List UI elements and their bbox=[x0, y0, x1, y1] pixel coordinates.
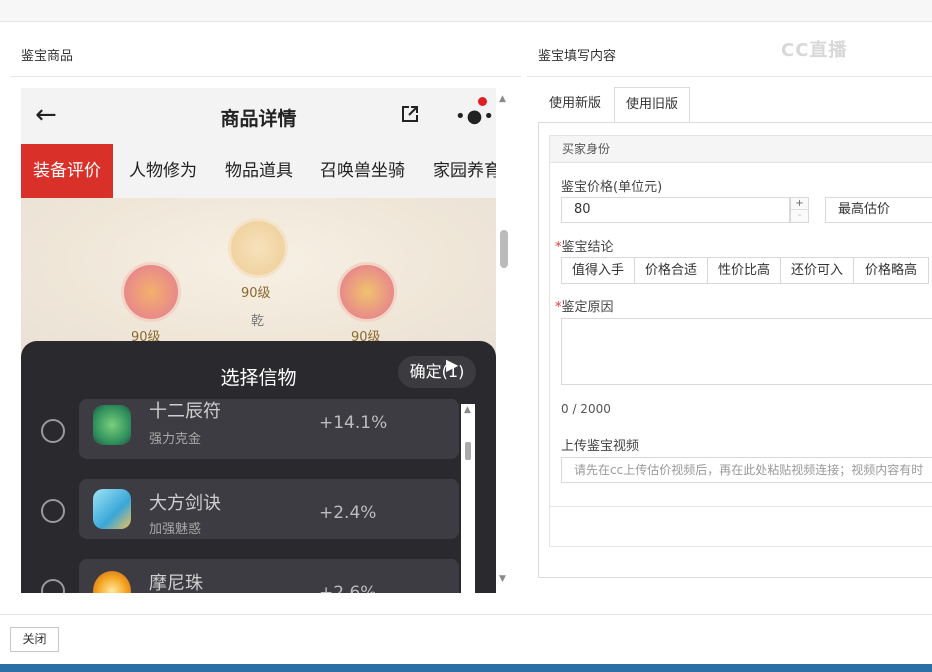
phone-tab-character[interactable]: 人物修为 bbox=[129, 144, 197, 198]
conclusion-label-text: 鉴宝结论 bbox=[561, 240, 614, 255]
sheet-scrollbar-thumb[interactable] bbox=[465, 442, 471, 460]
video-link-input[interactable]: 请先在cc上传估价视频后，再在此处粘贴视频连接；视频内容有时 bbox=[561, 457, 932, 483]
item-value: +2.6% bbox=[319, 583, 377, 593]
right-panel-title: 鉴宝填写内容 bbox=[538, 49, 617, 64]
item-radio-2[interactable] bbox=[41, 499, 65, 523]
scroll-icon bbox=[93, 489, 131, 529]
increment-icon[interactable]: + bbox=[791, 198, 808, 210]
preview-scrollbar[interactable]: ▲ ▼ bbox=[497, 88, 511, 593]
video-link-placeholder: 请先在cc上传估价视频后，再在此处粘贴视频连接；视频内容有时 bbox=[574, 463, 924, 477]
price-input[interactable]: 80 bbox=[561, 197, 790, 223]
phone-preview: ← 商品详情 •●• 装备评价 人物修为 物品道具 召唤兽坐骑 家园养育 90级… bbox=[21, 88, 496, 593]
phone-tab-home[interactable]: 家园养育 bbox=[433, 144, 496, 198]
conclusion-option-value[interactable]: 性价比高 bbox=[707, 257, 781, 284]
item-radio-1[interactable] bbox=[41, 419, 65, 443]
orb-center-level: 90级 bbox=[241, 286, 271, 301]
char-count: 0 / 2000 bbox=[561, 402, 611, 416]
scroll-up-icon[interactable]: ▲ bbox=[499, 94, 506, 104]
form-inner-bottom bbox=[549, 546, 932, 547]
phone-tab-pets[interactable]: 召唤兽坐骑 bbox=[320, 144, 405, 198]
sheet-scrollbar[interactable]: ▲ bbox=[461, 404, 475, 593]
pearl-icon bbox=[93, 571, 131, 593]
scroll-up-icon[interactable]: ▲ bbox=[464, 405, 471, 415]
charm-icon bbox=[93, 405, 131, 445]
conclusion-option-fair[interactable]: 价格合适 bbox=[634, 257, 708, 284]
conclusion-option-high[interactable]: 价格略高 bbox=[853, 257, 929, 284]
phone-header-title: 商品详情 bbox=[220, 108, 297, 130]
preview-scrollbar-thumb[interactable] bbox=[500, 230, 508, 268]
price-stepper[interactable]: + - bbox=[790, 197, 809, 223]
list-item[interactable]: 摩尼珠 +2.6% bbox=[79, 559, 459, 593]
item-sub: 加强魅惑 bbox=[149, 522, 202, 537]
item-radio-3[interactable] bbox=[41, 579, 65, 593]
reason-label: *鉴定原因 bbox=[555, 296, 614, 315]
item-name: 摩尼珠 bbox=[149, 573, 203, 593]
close-button[interactable]: 关闭 bbox=[10, 627, 59, 652]
form-divider bbox=[549, 506, 932, 507]
equipment-orb-right[interactable] bbox=[337, 262, 397, 322]
item-value: +14.1% bbox=[319, 413, 388, 433]
cc-logo: CC直播 bbox=[781, 40, 848, 61]
phone-header: ← 商品详情 •●• bbox=[21, 88, 496, 144]
equipment-orb-center[interactable] bbox=[228, 218, 288, 278]
share-icon[interactable] bbox=[400, 104, 420, 124]
item-name: 大方剑诀 bbox=[149, 493, 221, 514]
left-panel-title: 鉴宝商品 bbox=[21, 49, 74, 64]
tab-new-version[interactable]: 使用新版 bbox=[538, 87, 612, 123]
orb-center-char: 乾 bbox=[251, 314, 265, 329]
equipment-stage: 90级 90级 乾 90级 bbox=[21, 198, 496, 358]
price-type-select[interactable]: 最高估价 bbox=[825, 197, 932, 223]
phone-tab-equipment[interactable]: 装备评价 bbox=[21, 144, 113, 198]
phone-tabs: 装备评价 人物修为 物品道具 召唤兽坐骑 家园养育 bbox=[21, 144, 496, 198]
section-buyer-identity: 买家身份 bbox=[549, 135, 932, 163]
top-strip bbox=[0, 0, 932, 22]
reason-textarea[interactable] bbox=[561, 318, 932, 385]
footer-divider bbox=[0, 614, 932, 615]
tab-old-version[interactable]: 使用旧版 bbox=[614, 87, 691, 123]
price-label: 鉴宝价格(单位元) bbox=[561, 180, 663, 195]
mouse-cursor-icon: ▶ bbox=[446, 355, 459, 374]
scroll-down-icon[interactable]: ▼ bbox=[499, 574, 506, 584]
conclusion-option-worth[interactable]: 值得入手 bbox=[561, 257, 635, 284]
confirm-button[interactable]: 确定(1) bbox=[398, 356, 476, 388]
reason-label-text: 鉴定原因 bbox=[561, 300, 614, 315]
phone-tab-items[interactable]: 物品道具 bbox=[225, 144, 293, 198]
token-select-sheet: 选择信物 确定(1) ▶ 十二辰符 强力克金 +14.1% 大方剑诀 加强魅惑 … bbox=[21, 341, 496, 593]
equipment-orb-left[interactable] bbox=[121, 262, 181, 322]
right-divider bbox=[527, 76, 932, 77]
conclusion-option-bargain[interactable]: 还价可入 bbox=[780, 257, 854, 284]
more-icon[interactable]: •●• bbox=[455, 108, 495, 126]
left-divider bbox=[10, 76, 521, 77]
form-inner-border bbox=[549, 135, 550, 547]
taskbar bbox=[0, 664, 932, 672]
item-value: +2.4% bbox=[319, 503, 377, 523]
item-name: 十二辰符 bbox=[149, 401, 221, 422]
decrement-icon[interactable]: - bbox=[791, 210, 808, 222]
item-sub: 强力克金 bbox=[149, 432, 202, 447]
conclusion-label: *鉴宝结论 bbox=[555, 236, 614, 255]
list-item[interactable]: 十二辰符 强力克金 +14.1% bbox=[79, 399, 459, 459]
list-item[interactable]: 大方剑诀 加强魅惑 +2.4% bbox=[79, 479, 459, 539]
notification-dot bbox=[478, 97, 487, 106]
video-label: 上传鉴宝视频 bbox=[561, 439, 640, 454]
